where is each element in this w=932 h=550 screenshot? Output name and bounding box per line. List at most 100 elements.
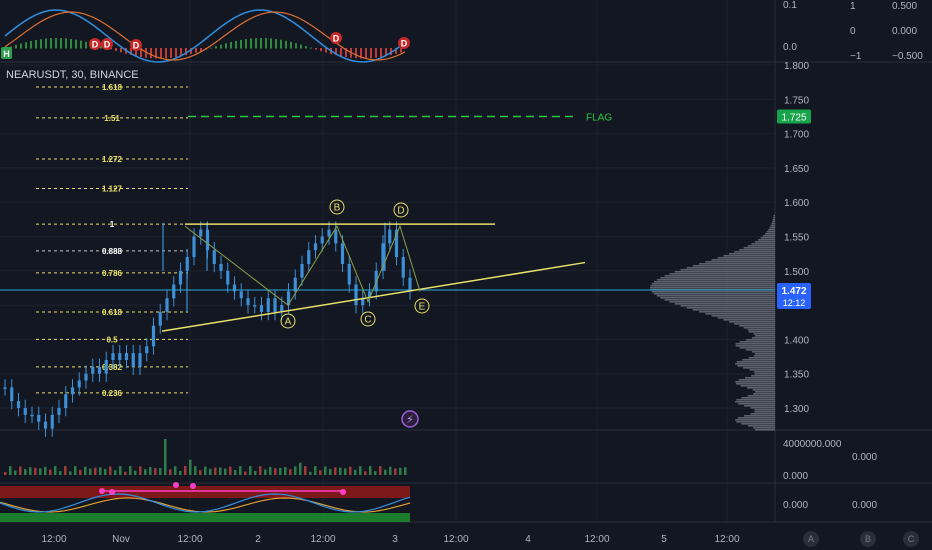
price-tick-6: 1.500 (784, 267, 809, 278)
profile-bar (705, 261, 775, 263)
divergence-dot-0 (99, 488, 105, 494)
volume-bar (199, 470, 202, 475)
profile-bar (735, 343, 775, 345)
flag-price-label: 1.725 (781, 112, 806, 123)
profile-bar (753, 427, 775, 429)
fib-label-10: 0.236 (102, 389, 123, 398)
volume-bar (154, 467, 157, 475)
volume-bar (379, 466, 382, 475)
volume-bar (254, 470, 257, 475)
time-tick-1: Nov (112, 534, 130, 545)
candle-body (192, 236, 196, 258)
volume-bar (229, 466, 232, 475)
profile-bar (738, 417, 775, 419)
volume-bar (194, 466, 197, 475)
candle-body (30, 414, 34, 417)
histogram-bar (160, 48, 162, 59)
candle-body (307, 250, 311, 264)
volume-bar (329, 468, 332, 475)
profile-bar (729, 321, 775, 323)
profile-bar (734, 251, 775, 253)
volume-axis-tick-1: 0.000 (783, 471, 808, 482)
time-tick-10: 12:00 (714, 534, 739, 545)
scale-button-c[interactable]: C (903, 531, 919, 547)
histogram-bar (280, 39, 282, 49)
profile-bar (769, 227, 775, 229)
volume-bar (239, 466, 242, 475)
candle-body (64, 394, 68, 408)
scale-button-b[interactable]: B (860, 531, 876, 547)
profile-bar (680, 305, 775, 307)
profile-bar (743, 415, 775, 417)
profile-bar (745, 349, 775, 351)
divergence-dot-1 (109, 489, 115, 495)
oscillator-axis-tick: 0.000 (783, 500, 808, 511)
profile-bar (729, 253, 775, 255)
profile-bar (749, 369, 775, 371)
sell-marker-label-2: D (133, 41, 140, 51)
flag-label: FLAG (586, 112, 612, 123)
volume-bar (284, 467, 287, 475)
fib-label-1: 1.51 (104, 114, 120, 123)
profile-bar (699, 311, 775, 313)
profile-bar (760, 237, 775, 239)
candle-body (3, 387, 7, 389)
volume-bar (104, 468, 107, 475)
fib-label-6: 0.786 (102, 269, 123, 278)
histogram-bar (340, 48, 342, 57)
top-osc-right-value-1: 0.000 (892, 26, 917, 37)
scale-button-a[interactable]: A (803, 531, 819, 547)
profile-bar (740, 385, 775, 387)
profile-bar (743, 327, 775, 329)
profile-bar (686, 267, 775, 269)
volume-bar (384, 469, 387, 475)
volume-bar (404, 467, 407, 475)
time-tick-5: 3 (392, 534, 398, 545)
profile-bar (669, 301, 775, 303)
histogram-bar (45, 38, 47, 49)
histogram-bar (245, 39, 247, 49)
histogram-bar (85, 41, 87, 49)
volume-bar (39, 468, 42, 475)
histogram-bar (15, 44, 17, 49)
histogram-bar (375, 48, 377, 58)
candle-body (16, 401, 21, 408)
volume-bar (54, 466, 57, 475)
volume-bar (69, 471, 72, 475)
top-osc-tick-1: 0.0 (783, 42, 797, 53)
candle-body (104, 359, 108, 374)
volume-bar (349, 466, 352, 475)
volume-bar (369, 466, 372, 475)
volume-bar (354, 469, 357, 475)
histogram-bar (195, 48, 197, 53)
histogram-bar (65, 38, 67, 49)
histogram-bar (260, 38, 262, 49)
candle-body (266, 298, 270, 312)
candle-body (259, 305, 264, 312)
candle-body (320, 236, 324, 244)
profile-bar (748, 357, 775, 359)
profile-bar (664, 299, 775, 301)
profile-bar (739, 341, 775, 343)
price-tick-8: 1.400 (784, 335, 809, 346)
candle-body (300, 263, 304, 278)
candle-body (313, 243, 318, 251)
profile-bar (743, 367, 775, 369)
histogram-bar (170, 48, 172, 58)
profile-bar (757, 239, 775, 241)
profile-bar (653, 293, 775, 295)
profile-bar (744, 405, 775, 407)
current-price-label: 1.472 (781, 286, 806, 297)
volume-bar (89, 468, 92, 475)
candle-body (340, 243, 345, 264)
profile-bar (772, 219, 775, 221)
candle-body (226, 270, 230, 285)
volume-bar (274, 468, 277, 475)
volume-bar (344, 468, 347, 475)
chart-canvas[interactable]: 0.10.010−10.5000.000−0.500D D DD DH 1.6181.… (0, 0, 932, 550)
profile-bar (751, 243, 775, 245)
volume-bar (399, 467, 402, 475)
profile-bar (717, 317, 775, 319)
candle-body (354, 284, 358, 306)
profile-bar (773, 215, 775, 217)
